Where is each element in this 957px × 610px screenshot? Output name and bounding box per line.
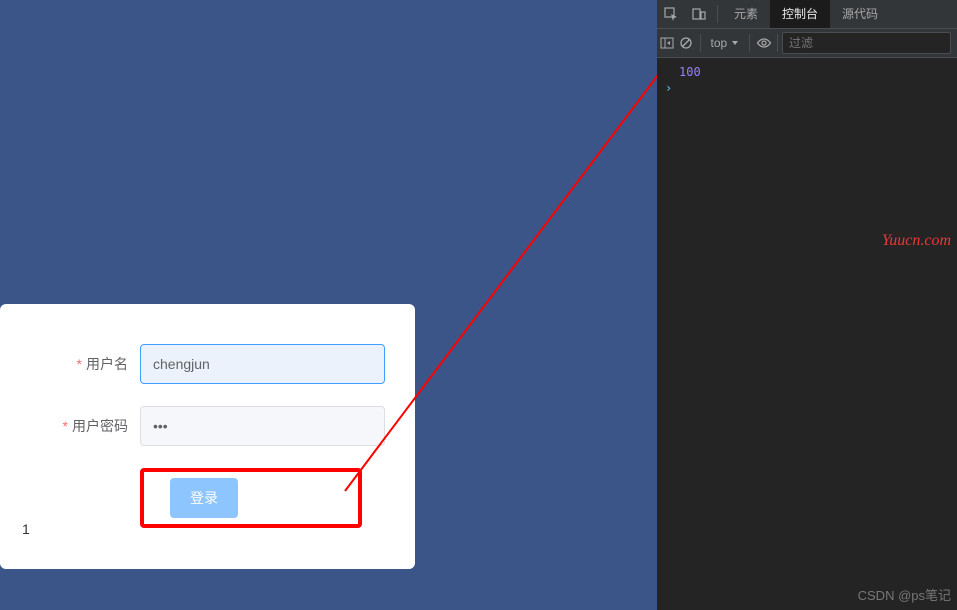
- watermark-site: Yuucn.com: [882, 232, 951, 250]
- password-label: *用户密码: [20, 416, 140, 436]
- inspect-element-icon[interactable]: [657, 0, 685, 28]
- devtools-tabs-bar: 元素 控制台 源代码: [657, 0, 957, 29]
- console-filter-input[interactable]: [782, 32, 951, 54]
- clear-console-icon[interactable]: [676, 29, 695, 57]
- required-star: *: [63, 418, 68, 434]
- password-input[interactable]: [140, 406, 385, 446]
- password-row: *用户密码: [20, 406, 385, 446]
- page-background: *用户名 *用户密码 登录 1: [0, 0, 657, 610]
- tab-sources[interactable]: 源代码: [830, 0, 890, 28]
- console-log-line: 100: [657, 64, 957, 80]
- device-toggle-icon[interactable]: [685, 0, 713, 28]
- username-row: *用户名: [20, 344, 385, 384]
- counter-text: 1: [22, 521, 30, 537]
- login-form-card: *用户名 *用户密码 登录 1: [0, 304, 415, 569]
- login-button-highlight: 登录: [140, 468, 362, 528]
- console-sidebar-toggle-icon[interactable]: [657, 29, 676, 57]
- tab-elements[interactable]: 元素: [722, 0, 770, 28]
- required-star: *: [77, 356, 82, 372]
- devtools-panel: 元素 控制台 源代码 top 100 Yuucn.com CSDN @ps笔记: [657, 0, 957, 610]
- tab-console[interactable]: 控制台: [770, 0, 830, 28]
- login-button[interactable]: 登录: [170, 478, 238, 518]
- console-toolbar: top: [657, 29, 957, 58]
- watermark-attribution: CSDN @ps笔记: [858, 585, 951, 604]
- username-label: *用户名: [20, 354, 140, 374]
- console-output-area: 100: [657, 58, 957, 102]
- context-dropdown[interactable]: top: [705, 33, 746, 53]
- live-expression-icon[interactable]: [754, 29, 773, 57]
- console-prompt[interactable]: [657, 80, 957, 96]
- username-input[interactable]: [140, 344, 385, 384]
